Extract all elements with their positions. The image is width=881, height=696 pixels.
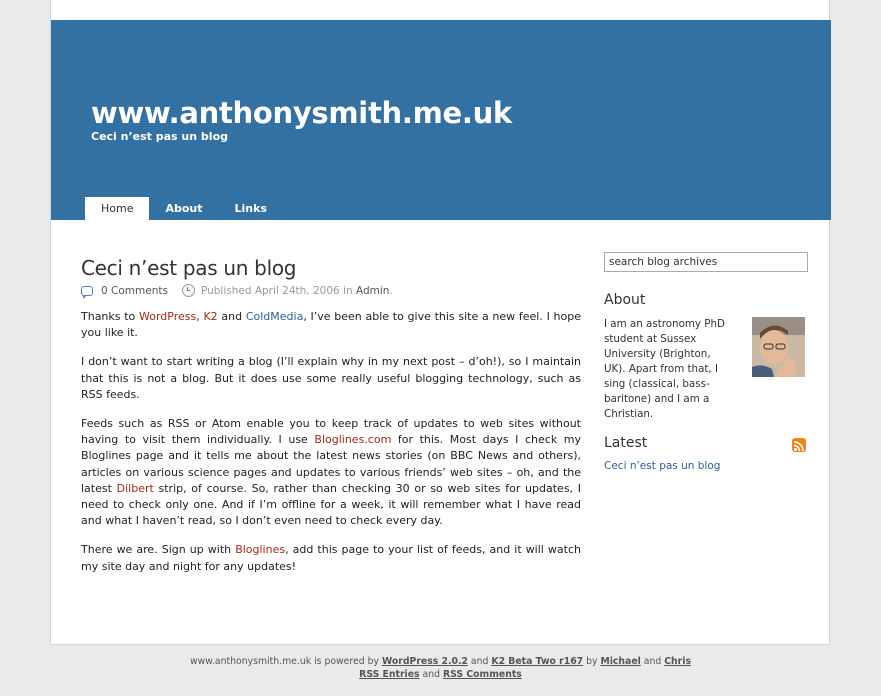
page-container: www.anthonysmith.me.uk Ceci n’est pas un… xyxy=(50,0,831,645)
latest-post-link[interactable]: Ceci n’est pas un blog xyxy=(604,460,808,472)
site-tagline: Ceci n’est pas un blog xyxy=(91,130,229,143)
tab-home[interactable]: Home xyxy=(85,197,150,220)
bloglines-com-link[interactable]: Bloglines.com xyxy=(314,433,391,446)
comment-bubble-icon xyxy=(81,285,93,299)
post-body: Thanks to WordPress, K2 and ColdMedia, I… xyxy=(81,309,581,575)
about-heading: About xyxy=(604,292,646,308)
footer-rss-comments-link[interactable]: RSS Comments xyxy=(443,669,522,680)
post-paragraph-4: There we are. Sign up with Bloglines, ad… xyxy=(81,543,581,573)
rss-feed-icon[interactable] xyxy=(792,438,806,452)
k2-link[interactable]: K2 xyxy=(203,310,217,323)
search-input[interactable] xyxy=(604,252,808,272)
post-title[interactable]: Ceci n’est pas un blog xyxy=(81,256,581,280)
tab-links[interactable]: Links xyxy=(219,197,283,220)
coldmedia-link[interactable]: ColdMedia xyxy=(246,310,304,323)
published-date: Published April 24th, 2006 in xyxy=(200,284,353,297)
footer-wordpress-link[interactable]: WordPress 2.0.2 xyxy=(382,656,468,667)
post-paragraph-1: Thanks to WordPress, K2 and ColdMedia, I… xyxy=(81,310,581,340)
main-nav: Home About Links xyxy=(85,197,283,220)
footer-chris-link[interactable]: Chris xyxy=(664,656,691,667)
footer-rss-entries-link[interactable]: RSS Entries xyxy=(359,669,419,680)
post-paragraph-2: I don’t want to start writing a blog (I’… xyxy=(81,355,581,401)
footer-k2-link[interactable]: K2 Beta Two r167 xyxy=(491,656,583,667)
category-suffix: . xyxy=(389,284,393,297)
post-paragraph-3: Feeds such as RSS or Atom enable you to … xyxy=(81,417,581,528)
about-section: I am an astronomy PhD student at Sussex … xyxy=(604,317,808,422)
sidebar: About I am an astronomy PhD student at S… xyxy=(604,250,808,472)
category-link[interactable]: Admin xyxy=(356,285,389,297)
footer-michael-link[interactable]: Michael xyxy=(600,656,640,667)
site-header: www.anthonysmith.me.uk Ceci n’est pas un… xyxy=(51,20,831,220)
avatar-photo xyxy=(752,317,805,377)
footer-line-2: RSS Entries and RSS Comments xyxy=(359,669,522,680)
bloglines-link[interactable]: Bloglines xyxy=(235,543,285,556)
main-content: Ceci n’est pas un blog 0 Comments Publis… xyxy=(81,236,581,588)
site-title[interactable]: www.anthonysmith.me.uk xyxy=(91,96,512,130)
about-text: I am an astronomy PhD student at Sussex … xyxy=(604,318,725,420)
tab-about[interactable]: About xyxy=(149,197,218,220)
wordpress-link[interactable]: WordPress xyxy=(139,310,196,323)
post-meta: 0 Comments Published April 24th, 2006 in… xyxy=(81,284,581,299)
site-footer: www.anthonysmith.me.uk is powered by Wor… xyxy=(0,655,881,681)
latest-heading: Latest xyxy=(604,435,648,451)
dilbert-link[interactable]: Dilbert xyxy=(117,482,154,495)
latest-section: Latest Ceci n’est pas un blog xyxy=(604,435,808,472)
comments-link[interactable]: 0 Comments xyxy=(101,285,168,297)
clock-icon xyxy=(181,284,195,297)
avatar xyxy=(752,317,805,377)
footer-line-1: www.anthonysmith.me.uk is powered by Wor… xyxy=(190,656,691,667)
